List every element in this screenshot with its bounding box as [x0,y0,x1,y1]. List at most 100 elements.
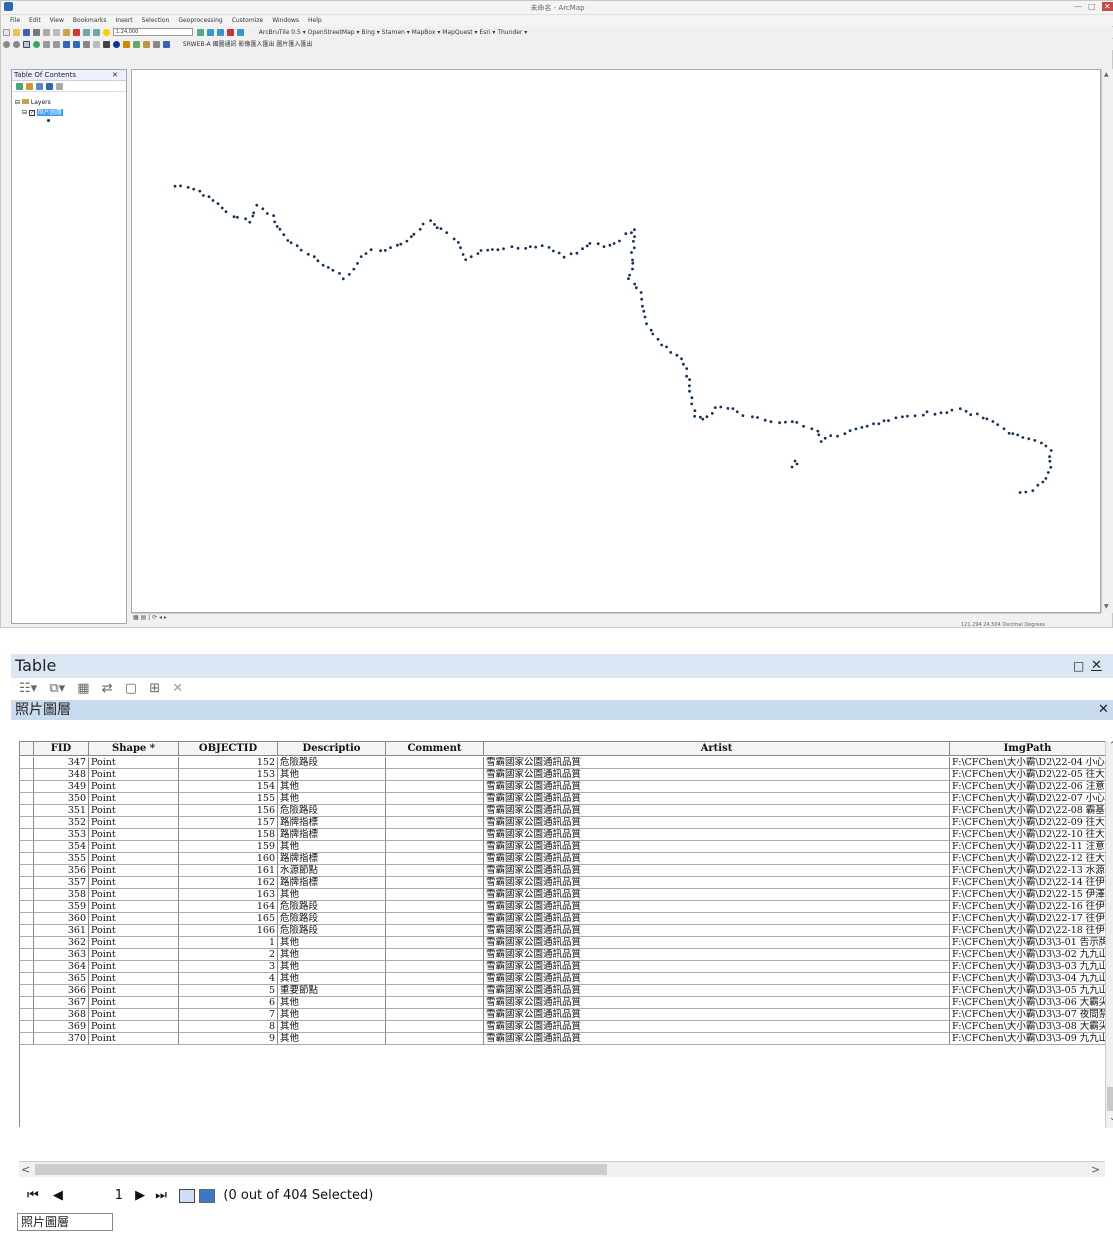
photo-point[interactable] [581,247,584,251]
photo-point[interactable] [751,415,754,419]
photo-point[interactable] [479,249,483,252]
photo-point[interactable] [459,246,462,250]
find-icon[interactable] [143,41,150,48]
forward-icon[interactable] [73,41,80,48]
photo-point[interactable] [642,309,646,313]
photo-point[interactable] [631,261,635,265]
photo-point[interactable] [418,227,422,231]
row-selector[interactable] [20,997,34,1009]
photo-point[interactable] [547,246,551,249]
copy-icon[interactable] [53,29,60,36]
table-row[interactable]: 347 Point 152 危險路段 雪霸國家公園通訊品質 F:\CFChen\大小霸\D… [20,757,1105,769]
photo-point[interactable] [352,267,356,271]
row-selector[interactable] [20,817,34,829]
row-selector[interactable] [20,793,34,805]
photo-point[interactable] [645,322,648,326]
photo-point[interactable] [656,337,660,341]
photo-point[interactable] [1024,490,1028,494]
photo-point[interactable] [289,241,293,245]
photo-point[interactable] [1036,483,1040,487]
photo-point[interactable] [1044,477,1048,480]
photo-point[interactable] [633,235,636,239]
photo-point[interactable] [665,345,668,349]
photo-point[interactable] [784,420,787,424]
table-row[interactable]: 368 Point 7 其他 雪霸國家公園通訊品質 F:\CFChen\大小霸\D3\3-… [20,1009,1105,1021]
photo-point[interactable] [894,416,898,420]
map-vertical-scrollbar[interactable]: ▲ ▼ [1101,69,1113,613]
photo-point[interactable] [252,211,256,215]
photo-point[interactable] [251,214,255,218]
photo-point[interactable] [633,228,636,232]
photo-point[interactable] [326,266,330,269]
table-close-button[interactable]: ✕ [1091,654,1102,678]
photo-point[interactable] [1011,432,1015,435]
photo-point[interactable] [741,414,745,417]
photo-point[interactable] [634,286,638,290]
row-selector[interactable] [20,853,34,865]
photo-point[interactable] [693,409,697,412]
photo-point[interactable] [435,226,439,230]
photo-point[interactable] [790,465,794,469]
photo-point[interactable] [641,304,644,308]
photo-point[interactable] [996,423,1000,426]
zoom-in-icon[interactable] [3,41,10,48]
photo-point[interactable] [627,277,630,280]
table-row[interactable]: 369 Point 8 其他 雪霸國家公園通訊品質 F:\CFChen\大小霸\D3\3-… [20,1021,1105,1033]
photo-point[interactable] [220,206,224,210]
photo-point[interactable] [945,411,949,414]
row-selector[interactable] [20,949,34,961]
table-row[interactable]: 364 Point 3 其他 雪霸國家公園通訊品質 F:\CFChen\大小霸\D3\3-… [20,961,1105,973]
photo-point[interactable] [901,415,904,419]
photo-point[interactable] [316,259,320,263]
photo-point[interactable] [476,252,480,256]
photo-point[interactable] [906,414,909,418]
photo-point[interactable] [278,227,282,231]
row-selector[interactable] [20,901,34,913]
photo-point[interactable] [1018,491,1022,494]
row-selector[interactable] [20,961,34,973]
photo-point[interactable] [265,212,269,215]
column-header[interactable]: ImgPath [950,742,1105,756]
photo-point[interactable] [763,418,767,422]
menu-file[interactable]: File [10,15,20,26]
table-row[interactable]: 355 Point 160 路牌指標 雪霸國家公園通訊品質 F:\CFChen\大小霸\D… [20,853,1105,865]
photo-point[interactable] [964,409,968,413]
photo-point[interactable] [211,199,215,202]
column-header[interactable]: Descriptio [278,742,386,756]
photo-point[interactable] [409,235,413,239]
current-record-field[interactable]: 1 [67,1183,123,1209]
row-selector[interactable] [20,937,34,949]
photo-point[interactable] [562,255,566,259]
minimize-button[interactable]: — [1074,2,1082,11]
row-selector[interactable] [20,865,34,877]
scroll-thumb[interactable] [1107,1087,1113,1111]
photo-point[interactable] [1007,431,1011,435]
photo-point[interactable] [389,246,392,250]
photo-point[interactable] [608,243,612,247]
table-row[interactable]: 357 Point 162 路牌指標 雪霸國家公園通訊品質 F:\CFChen\大小霸\D… [20,877,1105,889]
bottom-layer-tab[interactable]: 照片圖層 [17,1213,113,1231]
photo-point[interactable] [173,184,177,188]
map-canvas[interactable] [132,70,1100,612]
photo-point[interactable] [639,291,643,294]
python-icon[interactable] [236,29,244,36]
scroll-up-icon[interactable]: ▲ [1104,71,1109,78]
photo-point[interactable] [379,249,382,253]
cut-icon[interactable] [43,29,50,36]
full-extent-icon[interactable] [33,41,40,48]
map-scale-select[interactable]: 1:24,000 [112,28,193,36]
photo-point[interactable] [295,244,299,248]
html-popup-icon[interactable] [133,41,140,48]
select-elements-icon[interactable] [103,41,110,48]
menu-insert[interactable]: Insert [115,15,132,26]
row-selector[interactable] [20,1009,34,1021]
menu-geoprocessing[interactable]: Geoprocessing [178,15,222,26]
photo-point[interactable] [306,252,310,256]
photo-point[interactable] [790,420,794,424]
row-selector[interactable] [20,781,34,793]
column-header[interactable]: Artist [484,742,950,756]
photo-point[interactable] [810,427,814,431]
photo-point[interactable] [575,251,579,255]
photo-point[interactable] [860,426,864,429]
photo-point[interactable] [713,406,717,409]
